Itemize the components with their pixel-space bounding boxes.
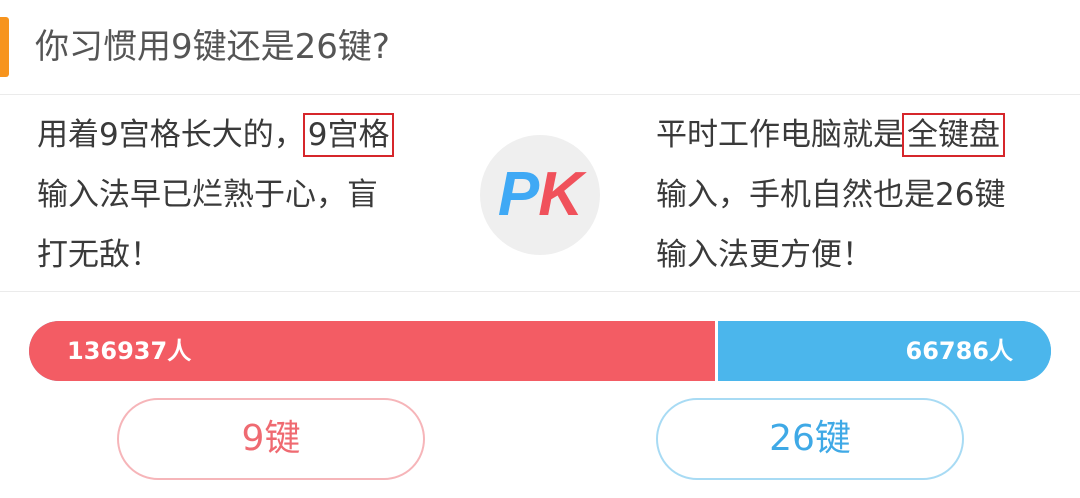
header-accent-bar xyxy=(0,17,9,77)
vote-26-key-button[interactable]: 26键 xyxy=(656,398,964,480)
right-opinion-line-3: 输入法更方便！ xyxy=(656,237,873,273)
left-opinion-line-3: 打无敌！ xyxy=(37,237,161,273)
question-title: 你习惯用9键还是26键? xyxy=(35,27,390,67)
pk-content: 用着9宫格长大的，9宫格 输入法早已烂熟于心，盲 打无敌！ PK 平时工作电脑就… xyxy=(0,95,1080,292)
left-vote-count: 136937人 xyxy=(67,337,192,365)
left-opinion-line-1: 用着9宫格长大的，9宫格 xyxy=(37,105,437,165)
vote-progress-bar: 136937人 66786人 xyxy=(29,321,1051,381)
left-highlight: 9宫格 xyxy=(302,113,395,157)
left-opinion-text-1: 用着9宫格长大的， xyxy=(37,117,305,153)
pk-letter-p: P xyxy=(497,160,539,229)
pk-badge: PK xyxy=(480,135,600,255)
right-opinion: 平时工作电脑就是全键盘 输入，手机自然也是26键 输入法更方便！ xyxy=(656,105,1056,285)
right-opinion-text-1: 平时工作电脑就是 xyxy=(656,117,904,153)
left-opinion: 用着9宫格长大的，9宫格 输入法早已烂熟于心，盲 打无敌！ xyxy=(37,105,437,285)
right-highlight: 全键盘 xyxy=(902,113,1005,157)
vote-9-key-button[interactable]: 9键 xyxy=(117,398,425,480)
right-opinion-line-2: 输入，手机自然也是26键 xyxy=(656,177,1006,213)
question-header: 你习惯用9键还是26键? xyxy=(0,0,1080,95)
right-vote-count: 66786人 xyxy=(905,337,1014,365)
vote-bar-divider xyxy=(715,321,718,381)
left-opinion-line-2: 输入法早已烂熟于心，盲 xyxy=(37,177,378,213)
right-opinion-line-1: 平时工作电脑就是全键盘 xyxy=(656,105,1056,165)
pk-letter-k: K xyxy=(538,160,583,229)
pk-logo: PK xyxy=(480,135,600,255)
